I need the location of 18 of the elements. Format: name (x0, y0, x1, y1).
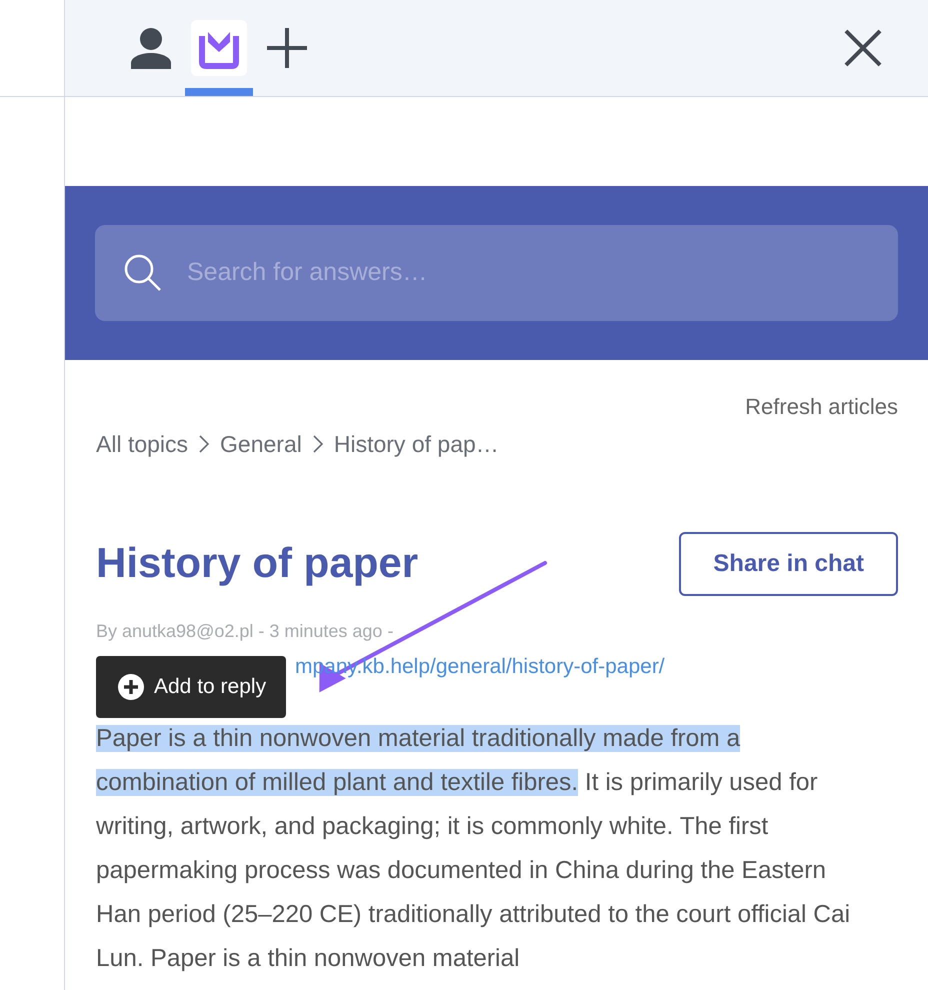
plus-icon (118, 674, 144, 700)
breadcrumb-item[interactable]: All topics (96, 427, 188, 462)
search-field[interactable]: Search for answers… (95, 225, 898, 321)
plus-icon (266, 26, 308, 68)
breadcrumb-item[interactable]: General (220, 427, 302, 462)
chevron-icon (198, 434, 210, 454)
chevron-icon (312, 434, 324, 454)
add-to-reply-button[interactable]: Add to reply (96, 656, 286, 718)
person-icon (129, 26, 173, 68)
search-input[interactable]: Search for answers… (185, 253, 898, 293)
article-meta: By anutka98@o2.pl - 3 minutes ago - (96, 620, 394, 643)
share-in-chat-button[interactable]: Share in chat (679, 532, 898, 596)
article-paragraph: Paper is a thin nonwoven material traditionally made from a combination of milled plant and textile fibres. It is primarily used for writing, artwork, and packaging; it is commonly white. The first papermaking process was documented in China during the Eastern Han period (25–220 CE) traditionally attributed to the court official Cai Lun. Paper is a thin nonwoven material (96, 724, 852, 974)
close-icon (844, 29, 882, 67)
search-icon (123, 253, 163, 293)
refresh-link[interactable]: Refresh articles (745, 394, 898, 419)
article-title: History of paper (96, 538, 418, 588)
breadcrumb-item: History of pap… (334, 430, 499, 459)
